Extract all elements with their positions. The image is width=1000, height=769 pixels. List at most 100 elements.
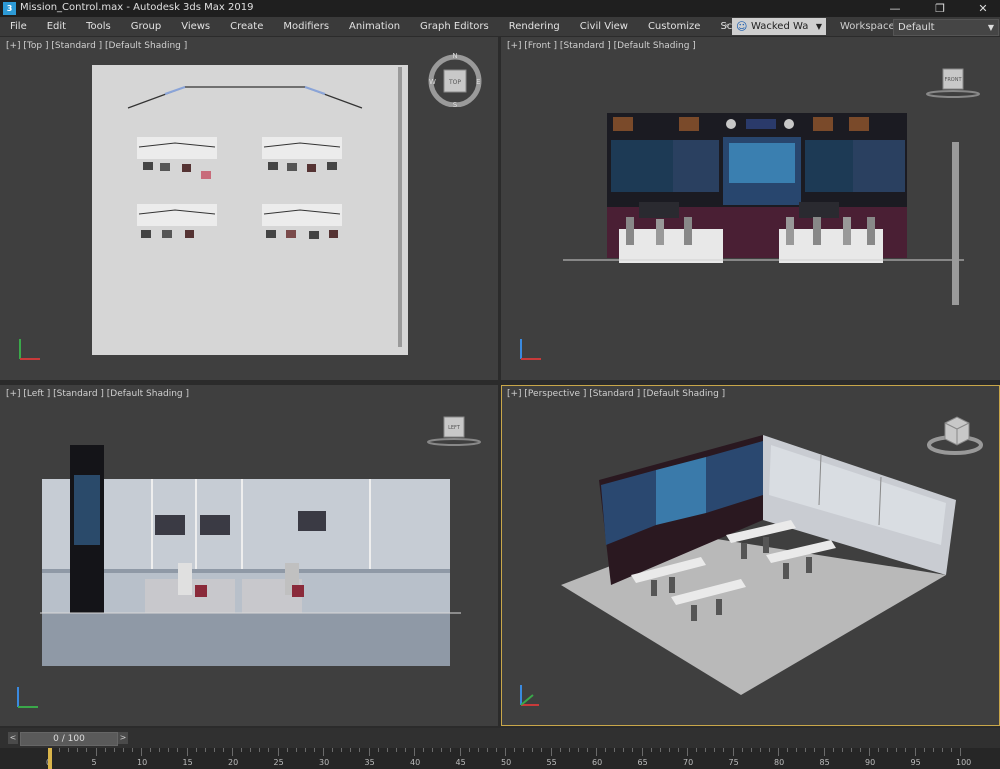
- ruler-tick: [687, 748, 688, 756]
- menu-animation[interactable]: Animation: [339, 17, 410, 36]
- time-slider[interactable]: 0 / 100: [20, 732, 118, 746]
- menu-overflow[interactable]: »: [724, 17, 732, 36]
- menu-views[interactable]: Views: [171, 17, 220, 36]
- ruler-tick: [377, 748, 379, 752]
- ruler-tick: [841, 748, 843, 752]
- ruler-tick: [514, 748, 516, 752]
- ruler-tick: [960, 748, 961, 756]
- ruler-tick: [186, 748, 188, 756]
- ruler-tick: [814, 748, 816, 752]
- ruler-tick: [523, 748, 525, 752]
- viewcube-left[interactable]: LEFT: [424, 413, 484, 449]
- menu-group[interactable]: Group: [121, 17, 171, 36]
- ruler-tick: [887, 748, 889, 752]
- ruler-tick-label: 25: [273, 758, 284, 767]
- ruler-tick: [159, 748, 161, 752]
- current-frame-marker[interactable]: [48, 748, 52, 769]
- ruler-tick: [932, 748, 934, 752]
- ruler-tick: [641, 748, 643, 756]
- menu-civil-view[interactable]: Civil View: [570, 17, 638, 36]
- ruler-tick: [414, 748, 415, 756]
- chevron-down-icon: ▼: [815, 22, 822, 31]
- ruler-tick: [505, 748, 506, 756]
- ruler-tick: [313, 748, 315, 752]
- viewport-left[interactable]: [+] [Left ] [Standard ] [Default Shading…: [0, 385, 498, 726]
- ruler-tick: [486, 748, 488, 752]
- ruler-tick: [150, 748, 152, 752]
- ruler-tick: [714, 748, 716, 752]
- maximize-button[interactable]: ❐: [925, 0, 955, 17]
- menu-bar: File Edit Tools Group Views Create Modifiers An…: [0, 17, 1000, 36]
- ruler-tick-label: 20: [228, 758, 239, 767]
- minimize-button[interactable]: —: [880, 0, 910, 17]
- ruler-tick: [677, 748, 679, 752]
- ruler-tick: [577, 748, 579, 752]
- ruler-tick: [559, 748, 561, 752]
- ruler-tick: [304, 748, 306, 752]
- ruler-tick: [404, 748, 406, 752]
- viewcube-front[interactable]: FRONT: [923, 65, 983, 101]
- ruler-tick: [450, 748, 452, 752]
- ruler-tick: [222, 748, 224, 752]
- window-title: Mission_Control.max - Autodesk 3ds Max 2…: [20, 2, 254, 13]
- viewport-perspective[interactable]: [+] [Perspective ] [Standard ] [Default …: [501, 385, 1000, 726]
- ruler-tick: [395, 748, 397, 752]
- ruler-tick: [941, 748, 943, 752]
- ruler-tick: [341, 748, 343, 752]
- ruler-tick-label: 5: [91, 758, 97, 767]
- menu-graph-editors[interactable]: Graph Editors: [410, 17, 499, 36]
- ruler-tick-label: 55: [546, 758, 557, 767]
- ruler-tick-label: 60: [592, 758, 603, 767]
- ruler-tick: [359, 748, 361, 752]
- ruler-tick-label: 65: [637, 758, 648, 767]
- user-name: Wacked Wa: [751, 21, 809, 32]
- viewcube-compass[interactable]: TOP N S W E: [427, 51, 483, 107]
- ruler-tick: [131, 748, 133, 752]
- ruler-tick-label: 100: [956, 758, 972, 767]
- ruler-tick: [104, 748, 106, 752]
- menu-edit[interactable]: Edit: [37, 17, 76, 36]
- ruler-tick: [605, 748, 607, 752]
- viewcube-top-face: TOP: [448, 79, 461, 86]
- viewcube-perspective[interactable]: [927, 409, 983, 459]
- ruler-tick-label: 50: [501, 758, 512, 767]
- ruler-tick: [696, 748, 698, 752]
- menu-file[interactable]: File: [0, 17, 37, 36]
- ruler-tick-label: 15: [182, 758, 193, 767]
- prev-frame-button[interactable]: <: [8, 732, 18, 744]
- ruler-tick: [86, 748, 88, 752]
- menu-modifiers[interactable]: Modifiers: [273, 17, 339, 36]
- viewport-top[interactable]: [+] [Top ] [Standard ] [Default Shading …: [0, 37, 498, 380]
- ruler-tick: [741, 748, 743, 752]
- menu-tools[interactable]: Tools: [76, 17, 121, 36]
- ruler-tick: [787, 748, 789, 752]
- viewport-front[interactable]: [+] [Front ] [Standard ] [Default Shadin…: [501, 37, 1000, 380]
- ruler-tick: [141, 748, 142, 756]
- viewcube-left-face: LEFT: [448, 425, 461, 431]
- ruler-tick: [368, 748, 370, 756]
- app-icon[interactable]: 3: [3, 2, 16, 15]
- ruler-tick: [832, 748, 834, 752]
- ruler-tick: [213, 748, 215, 752]
- ruler-tick: [768, 748, 770, 752]
- ruler-tick: [896, 748, 898, 752]
- menu-create[interactable]: Create: [220, 17, 273, 36]
- ruler-tick: [778, 748, 779, 756]
- ruler-tick: [532, 748, 534, 752]
- next-frame-button[interactable]: >: [118, 732, 128, 744]
- close-button[interactable]: ✕: [968, 0, 998, 17]
- menu-rendering[interactable]: Rendering: [499, 17, 570, 36]
- ruler-tick: [732, 748, 734, 756]
- track-bar-ruler[interactable]: 0510152025303540455055606570758085909510…: [0, 748, 1000, 769]
- workspaces-select[interactable]: Default ▼: [893, 19, 999, 36]
- ruler-tick: [586, 748, 588, 752]
- viewcube-front-face: FRONT: [944, 77, 962, 83]
- ruler-tick: [850, 748, 852, 752]
- ruler-tick-label: 45: [455, 758, 466, 767]
- user-account-dropdown[interactable]: ☺ Wacked Wa ▼: [732, 18, 826, 35]
- ruler-tick: [68, 748, 70, 752]
- menu-customize[interactable]: Customize: [638, 17, 711, 36]
- ruler-tick: [386, 748, 388, 752]
- compass-south: S: [453, 101, 458, 107]
- ruler-tick: [623, 748, 625, 752]
